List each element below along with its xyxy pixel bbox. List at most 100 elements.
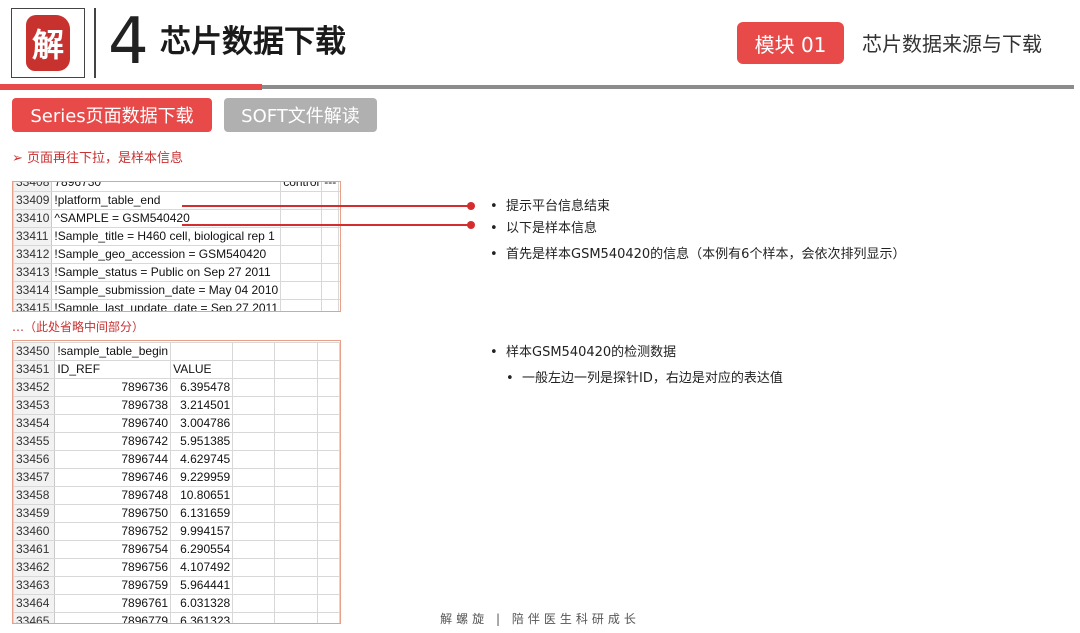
table-cell <box>316 576 340 595</box>
table-cell <box>232 468 275 487</box>
table-cell: 5.951385 <box>170 432 234 451</box>
table-cell <box>316 540 340 559</box>
table-cell <box>338 263 340 282</box>
connector-line-2 <box>182 224 470 226</box>
table-cell <box>316 558 340 577</box>
connector-dot-2 <box>467 221 475 229</box>
row-number: 33457 <box>13 468 56 487</box>
connector-line-1 <box>182 205 470 207</box>
table-cell: 7896742 <box>54 432 172 451</box>
note-text: 一般左边一列是探针ID，右边是对应的表达值 <box>522 371 783 386</box>
table-cell: --- <box>321 182 340 192</box>
table-cell <box>321 263 340 282</box>
table-row: 33412 !Sample_geo_accession = GSM540420 <box>13 245 340 264</box>
spreadsheet-sample-info: 33408 7896730 control --- 33409 !platform_tab… <box>12 181 341 312</box>
table-cell: 7896744 <box>54 450 172 469</box>
table-cell <box>232 486 275 505</box>
table-cell: 9.229959 <box>170 468 234 487</box>
row-number: 33459 <box>13 504 56 523</box>
table-row: 33463 7896759 5.964441 <box>13 576 340 595</box>
table-row: 33452 7896736 6.395478 <box>13 378 340 397</box>
row-number: 33410 <box>13 209 53 228</box>
table-cell: 7896730 <box>51 182 282 192</box>
table-cell <box>316 360 340 379</box>
table-row: 33415 !Sample_last_update_date = Sep 27 2… <box>13 299 340 311</box>
tab-soft-file[interactable]: SOFT文件解读 <box>224 98 377 132</box>
table-cell <box>273 432 318 451</box>
table-row: 33462 7896756 4.107492 <box>13 558 340 577</box>
table-cell <box>232 522 275 541</box>
table-cell <box>232 504 275 523</box>
row-number: 33415 <box>13 299 53 311</box>
row-number: 33409 <box>13 191 53 210</box>
note-item: • 样本GSM540420的检测数据 <box>490 342 783 364</box>
row-number: 33458 <box>13 486 56 505</box>
table-cell <box>338 245 340 264</box>
table-cell <box>232 378 275 397</box>
table-cell: control <box>280 182 323 192</box>
table-cell <box>321 281 340 300</box>
row-number: 33463 <box>13 576 56 595</box>
table-row: 33458 7896748 10.80651 <box>13 486 340 505</box>
note-item: • 提示平台信息结束 <box>490 196 905 218</box>
table-cell: !Sample_submission_date = May 04 2010 <box>51 281 282 300</box>
table-cell: !Sample_last_update_date = Sep 27 2011 <box>51 299 282 311</box>
note-text: 样本GSM540420的检测数据 <box>506 345 677 360</box>
table-cell <box>321 245 340 264</box>
row-number: 33408 <box>13 182 53 192</box>
table-cell <box>273 450 318 469</box>
table-cell <box>338 182 340 192</box>
row-number: 33460 <box>13 522 56 541</box>
table-cell: 6.395478 <box>170 378 234 397</box>
table-cell: 6.290554 <box>170 540 234 559</box>
note-item: • 以下是样本信息 <box>490 218 905 240</box>
row-number: 33451 <box>13 360 56 379</box>
table-cell <box>316 468 340 487</box>
table-cell <box>273 342 318 361</box>
table-cell: 3.004786 <box>170 414 234 433</box>
table-row: 33453 7896738 3.214501 <box>13 396 340 415</box>
table-cell <box>321 227 340 246</box>
table-cell <box>316 378 340 397</box>
table-cell <box>316 522 340 541</box>
table-cell: 7896750 <box>54 504 172 523</box>
note-text: 提示平台信息结束 <box>506 199 611 214</box>
table-cell: 7896740 <box>54 414 172 433</box>
connector-dot-1 <box>467 202 475 210</box>
table-cell <box>273 486 318 505</box>
table-cell: ID_REF <box>54 360 172 379</box>
table-cell: !Sample_geo_accession = GSM540420 <box>51 245 282 264</box>
table-cell <box>232 576 275 595</box>
note-sub-item: • 一般左边一列是探针ID，右边是对应的表达值 <box>506 368 783 390</box>
table-row: 33461 7896754 6.290554 <box>13 540 340 559</box>
table-cell <box>280 263 323 282</box>
tab-series-download[interactable]: Series页面数据下载 <box>12 98 212 132</box>
table-cell <box>232 558 275 577</box>
table-cell: !Sample_status = Public on Sep 27 2011 <box>51 263 282 282</box>
row-number: 33414 <box>13 281 53 300</box>
table-cell <box>273 558 318 577</box>
table-row: 33456 7896744 4.629745 <box>13 450 340 469</box>
module-badge: 模块 01 <box>737 22 844 64</box>
table-cell: VALUE <box>170 360 234 379</box>
section-note: ➢ 页面再往下拉，是样本信息 <box>12 151 184 166</box>
row-number: 33455 <box>13 432 56 451</box>
row-number: 33413 <box>13 263 53 282</box>
note-text: 以下是样本信息 <box>506 221 598 236</box>
bullet-icon: • <box>490 221 498 236</box>
table-cell <box>316 504 340 523</box>
table-cell <box>232 432 275 451</box>
table-cell: 7896748 <box>54 486 172 505</box>
table-cell: 9.994157 <box>170 522 234 541</box>
table-cell: 10.80651 <box>170 486 234 505</box>
table-cell: 7896736 <box>54 378 172 397</box>
table-row: 33460 7896752 9.994157 <box>13 522 340 541</box>
row-number: 33462 <box>13 558 56 577</box>
table-row: 33454 7896740 3.004786 <box>13 414 340 433</box>
chapter-number: 4 <box>108 5 149 79</box>
table-row: 33414 !Sample_submission_date = May 04 20… <box>13 281 340 300</box>
table-cell <box>338 299 340 311</box>
table-row: 33450 !sample_table_begin <box>13 342 340 361</box>
table-cell: 3.214501 <box>170 396 234 415</box>
table-cell <box>232 360 275 379</box>
